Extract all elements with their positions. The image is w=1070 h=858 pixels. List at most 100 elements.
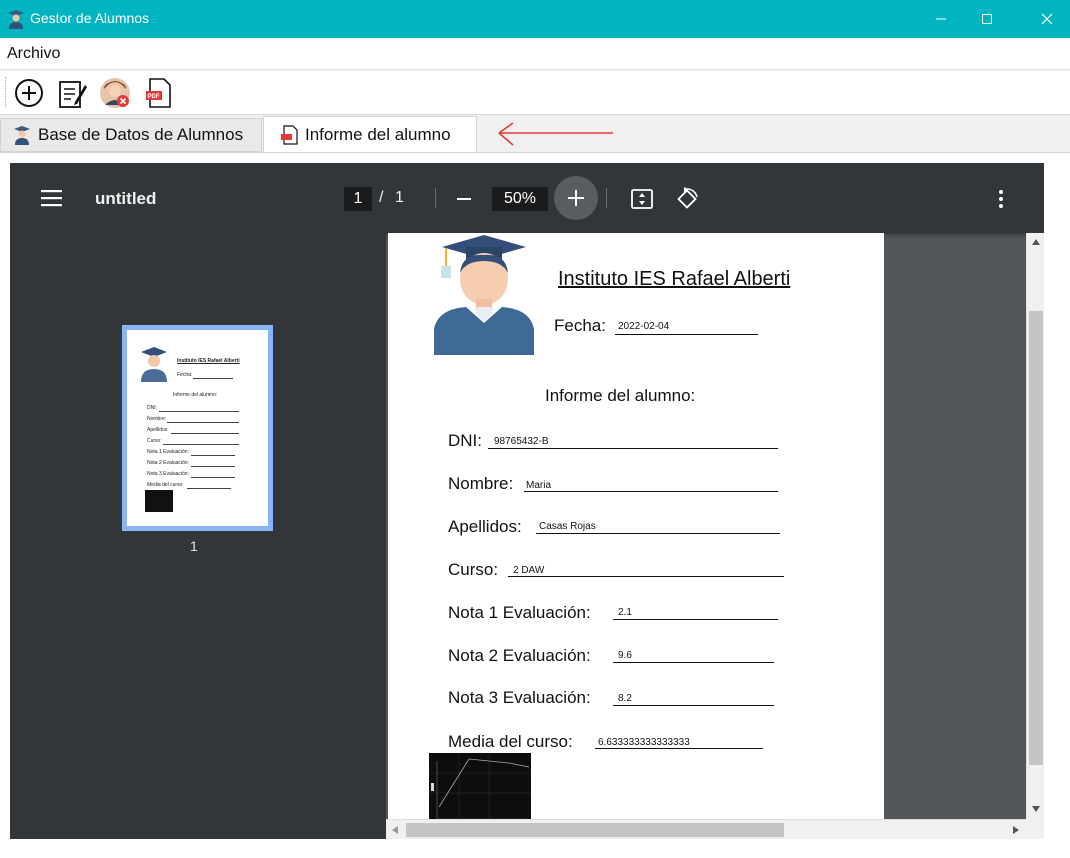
- thumb-line: [191, 477, 235, 478]
- thumb-line: [159, 411, 239, 412]
- student-icon: [14, 126, 30, 145]
- close-icon: [1041, 13, 1053, 25]
- page-thumbnail[interactable]: Instituto IES Rafael Alberti Fecha: Info…: [122, 325, 273, 531]
- report-field-value: 98765432-B: [494, 436, 549, 447]
- thumb-line: [191, 455, 235, 456]
- annotation-arrow: [498, 122, 613, 146]
- thumb-field: Nota 3 Evaluación:: [147, 471, 189, 477]
- add-circle-icon: [15, 79, 43, 107]
- report-field-value: Maria: [526, 480, 552, 491]
- tab-base-de-datos[interactable]: Base de Datos de Alumnos: [0, 118, 262, 152]
- add-student-button[interactable]: [12, 76, 46, 110]
- report-field-label: Apellidos:: [448, 517, 522, 536]
- scroll-left-icon[interactable]: [391, 825, 399, 835]
- graduate-illustration: [141, 347, 167, 382]
- report-field-value: 6.633333333333333: [598, 737, 690, 748]
- pdf-icon: [281, 124, 298, 145]
- edit-document-icon: [59, 81, 87, 108]
- thumb-field: DNI:: [147, 405, 157, 411]
- generate-pdf-button[interactable]: PDF: [141, 76, 175, 110]
- thumb-line: [187, 488, 231, 489]
- page-total: 1: [395, 189, 404, 206]
- page-number-input[interactable]: 1: [344, 187, 372, 211]
- pdf-document-title: untitled: [95, 189, 157, 208]
- thumb-line: [191, 466, 235, 467]
- tab-label: Base de Datos de Alumnos: [38, 125, 244, 144]
- edit-student-button[interactable]: [55, 76, 89, 110]
- zoom-in-button[interactable]: [554, 176, 598, 220]
- delete-user-icon: [100, 78, 130, 108]
- report-field-label: Media del curso:: [448, 732, 573, 751]
- scroll-right-icon[interactable]: [1012, 825, 1020, 835]
- scroll-down-icon[interactable]: [1031, 805, 1041, 813]
- scrollbar-corner: [1026, 819, 1044, 839]
- delete-student-button[interactable]: [98, 76, 132, 110]
- report-date-value: 2022-02-04: [618, 321, 670, 332]
- thumb-heading: Informe del alumno:: [173, 392, 218, 398]
- vertical-scrollbar[interactable]: [1026, 233, 1044, 819]
- report-field-line: [488, 448, 778, 449]
- thumb-line: [193, 378, 233, 379]
- svg-text:PDF: PDF: [148, 94, 160, 100]
- menu-bar: Archivo: [0, 38, 1070, 70]
- horizontal-scroll-thumb[interactable]: [406, 823, 784, 837]
- graduate-illustration: [434, 235, 534, 355]
- maximize-icon: [982, 14, 992, 24]
- report-field-line: [595, 748, 763, 749]
- thumb-line: [167, 422, 239, 423]
- toolbar-grip: [5, 77, 7, 107]
- maximize-button[interactable]: [964, 0, 1010, 38]
- graduate-app-icon: [8, 10, 24, 29]
- report-heading: Informe del alumno:: [545, 386, 696, 405]
- minimize-icon: [936, 18, 946, 20]
- thumb-institute: Instituto IES Rafael Alberti: [177, 358, 240, 364]
- report-field-value: Casas Rojas: [539, 521, 596, 532]
- pdf-icon: PDF: [146, 78, 171, 108]
- toolbar-divider: [606, 188, 607, 208]
- thumb-field: Nota 2 Evaluación:: [147, 460, 189, 466]
- toolbar-divider: [435, 188, 436, 208]
- report-field-line: [613, 662, 774, 663]
- tab-informe-del-alumno[interactable]: Informe del alumno: [263, 116, 477, 152]
- vertical-scroll-thumb[interactable]: [1029, 311, 1043, 765]
- pdf-viewer: untitled 1 / 1 50% Instituto IES Rafael …: [10, 163, 1044, 839]
- report-institute: Instituto IES Rafael Alberti: [558, 268, 791, 290]
- report-field-label: DNI:: [448, 431, 482, 450]
- report-field-value: 9.6: [618, 650, 632, 661]
- thumb-field: Apellidos:: [147, 427, 169, 433]
- report-field-label: Nota 3 Evaluación:: [448, 688, 591, 707]
- grades-chart-image: [429, 753, 531, 823]
- report-field-label: Nota 2 Evaluación:: [448, 646, 591, 665]
- zoom-out-button[interactable]: [450, 187, 478, 211]
- thumb-date-label: Fecha:: [177, 372, 193, 378]
- horizontal-scrollbar[interactable]: [386, 819, 1026, 839]
- report-field-line: [613, 705, 774, 706]
- report-field-line: [508, 576, 784, 577]
- zoom-level-input[interactable]: 50%: [492, 187, 548, 211]
- report-field-label: Curso:: [448, 560, 499, 579]
- menu-archivo[interactable]: Archivo: [7, 45, 60, 63]
- toolbar: PDF: [0, 71, 1070, 115]
- fit-page-icon[interactable]: [630, 187, 654, 211]
- scroll-up-icon[interactable]: [1031, 238, 1041, 246]
- thumb-field: Media del curso:: [147, 482, 184, 488]
- plus-icon: [568, 190, 584, 206]
- title-bar: Gestor de Alumnos: [0, 0, 1070, 38]
- report-field-value: 2.1: [618, 607, 632, 618]
- report-field-value: 8.2: [618, 693, 632, 704]
- thumbnail-page: Instituto IES Rafael Alberti Fecha: Info…: [127, 330, 268, 526]
- thumbnail-sidebar: Instituto IES Rafael Alberti Fecha: Info…: [10, 233, 386, 839]
- report-field-line: [613, 619, 778, 620]
- tab-label: Informe del alumno: [305, 124, 451, 144]
- thumb-line: [163, 444, 239, 445]
- window-title: Gestor de Alumnos: [30, 10, 150, 26]
- report-field-line: [524, 491, 778, 492]
- close-button[interactable]: [1024, 0, 1070, 38]
- rotate-icon[interactable]: [674, 186, 700, 212]
- minimize-button[interactable]: [918, 0, 964, 38]
- page-separator: /: [379, 189, 384, 206]
- more-vert-icon[interactable]: [994, 187, 1008, 211]
- menu-icon[interactable]: [40, 187, 64, 209]
- thumb-field: Curso:: [147, 438, 162, 444]
- minus-icon: [457, 198, 471, 200]
